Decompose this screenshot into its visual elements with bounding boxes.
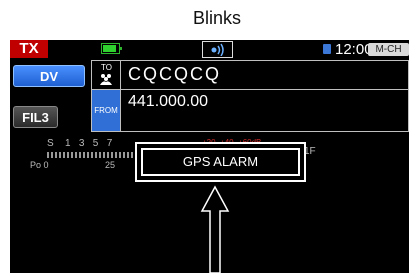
up-arrow-icon (200, 185, 230, 273)
filter-button[interactable]: FIL3 (13, 106, 58, 128)
to-callsign[interactable]: CQCQCQ (128, 64, 221, 85)
sd-card-icon (323, 44, 331, 54)
panel-divider (92, 89, 408, 90)
gps-blink-icon (202, 41, 233, 58)
s-meter-scale: 1 3 5 7 (65, 138, 113, 149)
gps-alarm-text: GPS ALARM (141, 148, 300, 176)
po-scale-mid: 25 (105, 160, 116, 170)
dv-mode-button[interactable]: DV (13, 65, 85, 87)
po-label: Po 0 (30, 160, 49, 170)
from-label: FROM (92, 90, 120, 131)
frequency-display[interactable]: 441.000.00 (128, 93, 208, 111)
to-label: TO (101, 63, 112, 72)
gps-blink-icon-graphic (211, 43, 224, 57)
clock: 12:00 (335, 41, 373, 58)
s-meter-label: S (47, 138, 54, 149)
gps-alarm-popup: GPS ALARM (135, 142, 306, 182)
battery-level-fill (103, 45, 116, 52)
blinks-annotation: Blinks (193, 8, 242, 28)
tx-indicator: TX (10, 40, 48, 58)
battery-icon (101, 43, 122, 54)
radio-display: TX 12:00 M-CH DV FIL3 TO CQCQCQ FROM 441… (10, 40, 409, 273)
call-sign-panel: TO CQCQCQ FROM 441.000.00 (91, 60, 409, 132)
group-call-icon (100, 74, 112, 85)
mode-badge[interactable]: M-CH (368, 43, 409, 56)
